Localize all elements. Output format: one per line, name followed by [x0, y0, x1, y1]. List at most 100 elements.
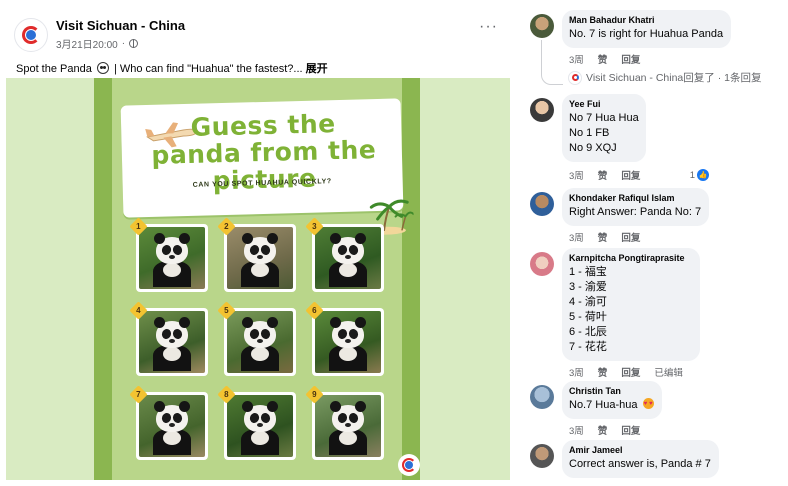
panda-tile-3: 3 [305, 217, 384, 292]
comment-text: No. 7 is right for Huahua Panda [569, 28, 724, 40]
more-horizontal-icon[interactable]: ··· [479, 19, 498, 35]
panda-tile-8: 8 [217, 385, 296, 460]
comment-actions: 3周 赞 回复 [569, 230, 640, 244]
comment-time[interactable]: 3周 [569, 230, 584, 244]
avatar[interactable] [530, 252, 554, 276]
post-card: Visit Sichuan - China 3月21日20:00 · ··· S… [6, 6, 510, 480]
comment-actions: 3周 赞 回复 [569, 52, 640, 66]
comment-author[interactable]: Amir Jameel [569, 445, 711, 455]
panda-photo-grid: 1 2 3 4 5 6 7 8 9 [129, 217, 388, 464]
like-button[interactable]: 赞 [598, 365, 608, 379]
comment-text: Correct answer is, Panda # 7 [569, 458, 711, 470]
comment-bubble: Man Bahadur Khatri No. 7 is right for Hu… [562, 10, 732, 48]
comment-time[interactable]: 3周 [569, 52, 584, 66]
post-header: Visit Sichuan - China 3月21日20:00 · ··· [14, 14, 504, 56]
avatar[interactable] [530, 385, 554, 409]
comment-text-value: No.7 Hua-hua [569, 399, 638, 411]
comment-author[interactable]: Yee Fui [569, 99, 638, 109]
panda-tile-7: 7 [129, 385, 208, 460]
panda-photo [227, 311, 293, 373]
caption-text-start: Spot the Panda [16, 63, 92, 75]
avatar[interactable] [530, 14, 554, 38]
panda-photo [315, 311, 381, 373]
comment-text: 1 - 福宝 [569, 266, 607, 278]
comment-man-bahadur-khatri: Man Bahadur Khatri No. 7 is right for Hu… [528, 10, 788, 90]
comment-bubble: Khondaker Rafiqul Islam Right Answer: Pa… [562, 188, 710, 226]
comment-bubble: Amir Jameel Correct answer is, Panda # 7 [562, 440, 719, 478]
comment-christin-tan: Christin Tan No.7 Hua-hua 3周 赞 回复 [528, 381, 788, 437]
avatar[interactable] [530, 192, 554, 216]
like-button[interactable]: 赞 [598, 52, 608, 66]
post-meta: 3月21日20:00 · [56, 36, 139, 51]
comment-actions: 3周 赞 回复 [569, 423, 640, 437]
thumbs-up-icon: 👍 [697, 169, 709, 181]
panda-tile-1: 1 [129, 217, 208, 292]
reaction-count[interactable]: 1 👍 [690, 168, 709, 182]
comment-amir-jameel: Amir Jameel Correct answer is, Panda # 7 [528, 440, 788, 482]
comment-time[interactable]: 3周 [569, 365, 584, 379]
like-button[interactable]: 赞 [598, 230, 608, 244]
comment-time[interactable]: 3周 [569, 168, 584, 182]
panda-photo [139, 395, 205, 457]
comment-text: No 1 FB [569, 127, 610, 139]
reply-button[interactable]: 回复 [621, 168, 640, 182]
comment-text: No 7 Hua Hua [569, 112, 639, 124]
comment-author[interactable]: Khondaker Rafiqul Islam [569, 193, 701, 203]
comment-bubble: Karnpitcha Pongtiraprasite 1 - 福宝 3 - 渝爱… [562, 248, 700, 361]
panda-tile-2: 2 [217, 217, 296, 292]
panda-tile-6: 6 [305, 301, 384, 376]
comment-actions: 3周 赞 回复 1 👍 [569, 168, 709, 182]
post-timestamp[interactable]: 3月21日20:00 [56, 36, 118, 51]
panda-photo [227, 395, 293, 457]
reaction-count-value: 1 [689, 169, 695, 181]
expand-caption-link[interactable]: 展开 [306, 63, 328, 75]
page-avatar[interactable] [14, 18, 48, 52]
visit-sichuan-logo-icon [568, 70, 582, 85]
comment-author[interactable]: Christin Tan [569, 386, 654, 396]
comment-bubble: Christin Tan No.7 Hua-hua [562, 381, 662, 419]
reply-button[interactable]: 回复 [621, 423, 640, 437]
like-button[interactable]: 赞 [598, 423, 608, 437]
panda-tile-5: 5 [217, 301, 296, 376]
avatar[interactable] [530, 444, 554, 468]
comment-text: Right Answer: Panda No: 7 [569, 206, 702, 218]
visit-sichuan-watermark-icon [398, 454, 420, 476]
comment-text: No.7 Hua-hua [569, 397, 654, 413]
poster-banner: Guess the panda from the picture CAN YOU… [120, 98, 415, 235]
panda-photo [315, 395, 381, 457]
comment-author[interactable]: Man Bahadur Khatri [569, 15, 723, 25]
reply-button[interactable]: 回复 [621, 365, 640, 379]
caption-text-end: | Who can find "Huahua" the fastest?... [113, 63, 303, 75]
page-name[interactable]: Visit Sichuan - China [56, 18, 185, 33]
comment-author[interactable]: Karnpitcha Pongtiraprasite [569, 253, 692, 263]
replies-summary-text[interactable]: Visit Sichuan - China回复了 · 1条回复 [586, 70, 761, 85]
comment-karnpitcha-pongtiraprasite: Karnpitcha Pongtiraprasite 1 - 福宝 3 - 渝爱… [528, 248, 788, 380]
panda-photo [315, 227, 381, 289]
comment-text: 6 - 北辰 [569, 326, 607, 338]
comment-text: 4 - 渝可 [569, 296, 607, 308]
meta-separator: · [121, 38, 126, 49]
panda-photo [139, 227, 205, 289]
heart-eyes-emoji-icon [642, 397, 654, 412]
comment-bubble: Yee Fui No 7 Hua Hua No 1 FB No 9 XQJ [562, 94, 646, 162]
reply-button[interactable]: 回复 [621, 230, 640, 244]
view-replies-link[interactable]: Visit Sichuan - China回复了 · 1条回复 [568, 70, 761, 85]
globe-icon [129, 39, 139, 48]
comment-time[interactable]: 3周 [569, 423, 584, 437]
comment-text: No 9 XQJ [569, 142, 617, 154]
reply-button[interactable]: 回复 [621, 52, 640, 66]
post-image[interactable]: Guess the panda from the picture CAN YOU… [6, 78, 510, 480]
panda-photo [139, 311, 205, 373]
comment-actions: 3周 赞 回复 已编辑 [569, 365, 683, 379]
panda-emoji-icon [96, 62, 109, 74]
comment-yee-fui: Yee Fui No 7 Hua Hua No 1 FB No 9 XQJ 3周… [528, 94, 788, 184]
comment-text: 5 - 荷叶 [569, 311, 607, 323]
panda-tile-9: 9 [305, 385, 384, 460]
avatar[interactable] [530, 98, 554, 122]
poster-frame: Guess the panda from the picture CAN YOU… [94, 78, 420, 480]
like-button[interactable]: 赞 [598, 168, 608, 182]
panda-tile-4: 4 [129, 301, 208, 376]
comment-khondaker-rafiqul-islam: Khondaker Rafiqul Islam Right Answer: Pa… [528, 188, 788, 244]
post-caption: Spot the Panda | Who can find "Huahua" t… [16, 60, 328, 76]
reply-thread-line [541, 40, 563, 85]
